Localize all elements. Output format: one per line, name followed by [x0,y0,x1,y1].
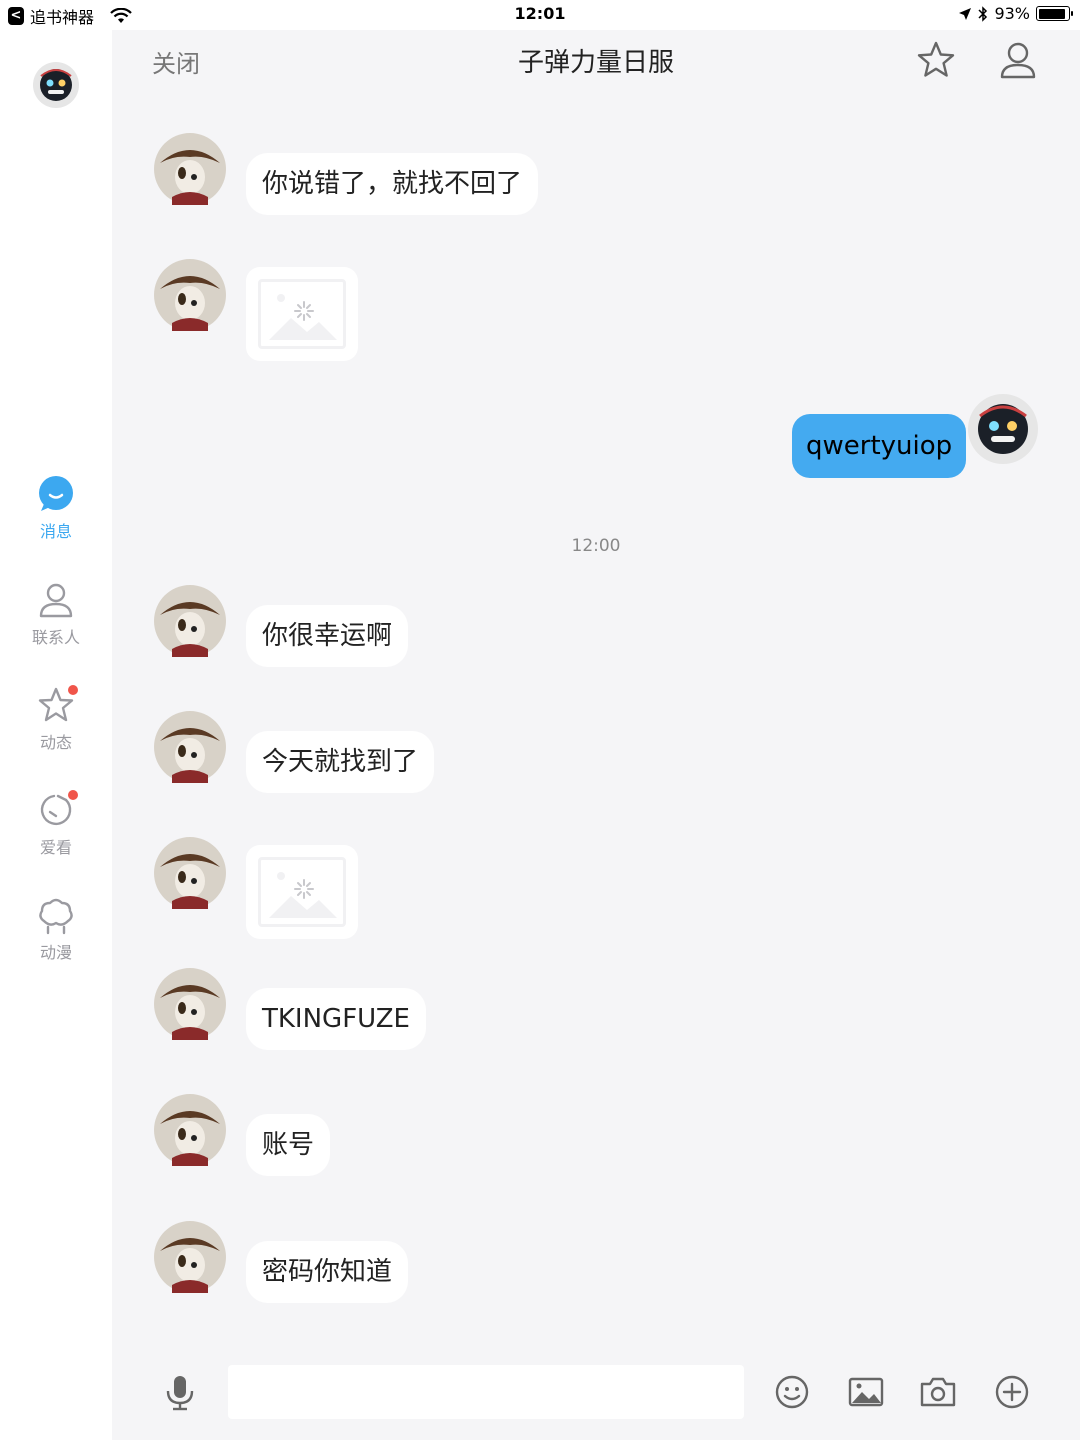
image-message[interactable] [246,267,358,361]
message-bubble: 你说错了，就找不回了 [246,153,539,215]
battery-percent: 93% [994,4,1030,23]
contacts-icon [39,583,73,618]
avatar[interactable] [154,711,226,783]
location-arrow-icon [959,7,972,20]
cartoon-icon [39,898,73,935]
input-bar [112,1348,1080,1440]
nav-contacts-label: 联系人 [31,628,80,647]
camera-icon[interactable] [918,1372,958,1412]
nav-messages[interactable]: 消息 [0,474,112,542]
my-avatar[interactable] [33,62,79,108]
avatar[interactable] [154,968,226,1040]
avatar[interactable] [154,585,226,657]
message-bubble: 密码你知道 [246,1241,409,1303]
message-input[interactable] [228,1365,744,1419]
message-bubble: 你很幸运啊 [246,605,409,667]
add-more-icon[interactable] [992,1372,1032,1412]
nav-watch[interactable]: 爱看 [0,790,112,858]
nav-cartoon[interactable]: 动漫 [0,895,112,963]
chat-header: 关闭 子弹力量日服 [112,30,1080,94]
nav-contacts[interactable]: 联系人 [0,580,112,648]
navigation-rail: 消息 联系人 动态 爱看 动漫 [0,30,112,1440]
favorite-star-icon[interactable] [916,40,956,80]
avatar[interactable] [154,837,226,909]
watch-badge [68,790,78,800]
status-time: 12:01 [514,4,566,23]
status-bar: < 追书神器 12:01 93% [0,0,1080,30]
image-placeholder [258,279,346,349]
image-loading-icon [269,872,337,918]
message-timestamp: 12:00 [571,536,621,556]
message-icon [39,476,73,511]
avatar[interactable] [154,1221,226,1293]
nav-moments-label: 动态 [39,733,72,752]
message-bubble: 今天就找到了 [246,731,435,793]
message-bubble: 账号 [246,1114,331,1176]
image-message[interactable] [246,845,358,939]
image-placeholder [258,857,346,927]
emoji-icon[interactable] [772,1372,812,1412]
avatar[interactable] [154,259,226,331]
moments-badge [68,685,78,695]
my-message-avatar[interactable] [968,394,1038,464]
nav-moments[interactable]: 动态 [0,685,112,753]
image-loading-icon [269,294,337,340]
avatar[interactable] [154,1094,226,1166]
battery-icon [1036,6,1073,21]
nav-cartoon-label: 动漫 [39,943,72,962]
bluetooth-icon [978,5,988,22]
profile-icon[interactable] [998,40,1038,80]
status-right: 93% [958,4,1073,23]
nav-messages-label: 消息 [39,522,72,541]
image-picker-icon[interactable] [846,1372,886,1412]
microphone-icon[interactable] [160,1372,200,1412]
avatar[interactable] [154,133,226,205]
message-bubble: TKINGFUZE [246,988,426,1050]
nav-watch-label: 爱看 [39,838,72,857]
